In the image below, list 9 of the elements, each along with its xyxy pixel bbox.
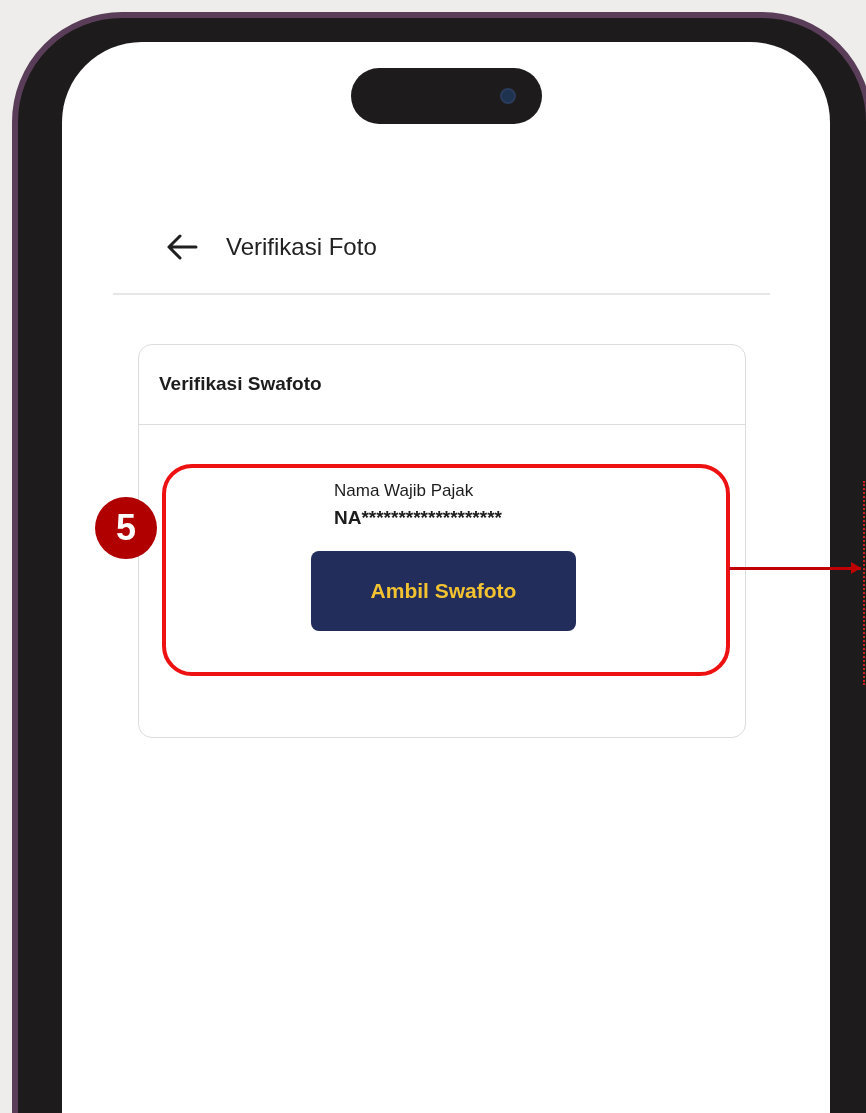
- take-selfie-button[interactable]: Ambil Swafoto: [311, 551, 576, 631]
- page-title: Verifikasi Foto: [226, 232, 377, 262]
- back-arrow-icon[interactable]: [166, 233, 198, 261]
- step-number-badge: 5: [95, 497, 157, 559]
- arrowhead-icon: [851, 562, 861, 574]
- camera-lens-icon: [499, 88, 516, 104]
- taxpayer-name: NA*******************: [334, 507, 503, 529]
- field-label: Nama Wajib Pajak: [334, 481, 475, 501]
- card-title: Verifikasi Swafoto: [159, 372, 322, 397]
